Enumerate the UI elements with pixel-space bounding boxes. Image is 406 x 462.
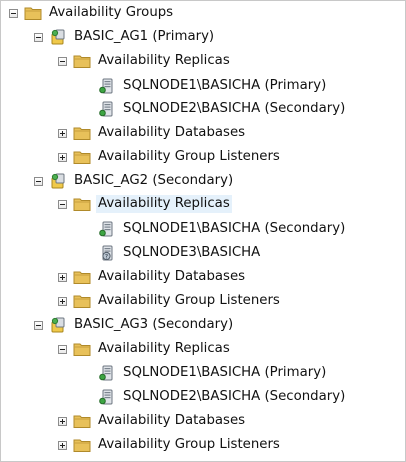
availability-group-icon: [51, 317, 65, 333]
tree-node-label: BASIC_AG3 (Secondary): [74, 317, 234, 332]
expand-toggle[interactable]: [58, 440, 67, 450]
collapse-toggle[interactable]: [58, 199, 67, 209]
tree-node-ag2-databases[interactable]: Availability Databases: [58, 267, 247, 287]
tree-node-ag1-replica-1[interactable]: SQLNODE1\BASICHA (Primary): [83, 76, 328, 96]
tree-node-label: Availability Group Listeners: [98, 293, 280, 308]
object-explorer-panel: Availability Groups BASIC_AG1 (Primary) …: [0, 0, 406, 462]
tree-node-label: Availability Group Listeners: [98, 437, 280, 452]
folder-icon: [73, 55, 91, 68]
collapse-toggle[interactable]: [34, 176, 43, 186]
folder-icon: [73, 127, 91, 140]
folder-icon: [73, 343, 91, 356]
expand-toggle[interactable]: [58, 152, 67, 162]
folder-icon: [73, 271, 91, 284]
tree-node-ag3-replicas[interactable]: Availability Replicas: [58, 339, 232, 359]
replica-server-icon: [99, 78, 113, 94]
folder-icon: [24, 7, 42, 20]
folder-icon: [73, 295, 91, 308]
tree-node-ag3-replica-2[interactable]: SQLNODE2\BASICHA (Secondary): [83, 387, 347, 407]
tree-node-label: Availability Groups: [49, 5, 174, 20]
tree-node-ag1[interactable]: BASIC_AG1 (Primary): [34, 27, 216, 47]
tree-node-label: SQLNODE1\BASICHA (Primary): [123, 365, 327, 380]
replica-server-icon: [99, 221, 113, 237]
tree-node-label: SQLNODE3\BASICHA: [123, 245, 261, 260]
tree-node-ag1-replicas[interactable]: Availability Replicas: [58, 51, 232, 71]
tree-node-ag3[interactable]: BASIC_AG3 (Secondary): [34, 315, 235, 335]
svg-text:?: ?: [105, 253, 108, 260]
tree-node-label: SQLNODE2\BASICHA (Secondary): [123, 389, 346, 404]
folder-icon: [73, 151, 91, 164]
tree-node-label: Availability Databases: [98, 413, 246, 428]
tree-node-ag3-listeners[interactable]: Availability Group Listeners: [58, 435, 282, 455]
tree-node-label: SQLNODE1\BASICHA (Primary): [123, 78, 327, 93]
tree-node-ag2-replicas[interactable]: Availability Replicas: [58, 194, 232, 214]
collapse-toggle[interactable]: [58, 344, 67, 354]
tree-node-ag1-replica-2[interactable]: SQLNODE2\BASICHA (Secondary): [83, 99, 347, 119]
tree-node-label: Availability Databases: [98, 125, 246, 140]
folder-icon: [73, 415, 91, 428]
collapse-toggle[interactable]: [58, 56, 67, 66]
tree-node-label: Availability Databases: [98, 269, 246, 284]
tree-node-label: Availability Replicas: [98, 341, 230, 356]
expand-toggle[interactable]: [58, 128, 67, 138]
tree-node-ag3-replica-1[interactable]: SQLNODE1\BASICHA (Primary): [83, 363, 328, 383]
tree-node-ag2-replica-2[interactable]: ? SQLNODE3\BASICHA: [83, 243, 262, 263]
availability-group-icon: [51, 29, 65, 45]
tree-node-ag2-listeners[interactable]: Availability Group Listeners: [58, 291, 282, 311]
tree-node-label: SQLNODE1\BASICHA (Secondary): [123, 221, 346, 236]
collapse-toggle[interactable]: [34, 320, 43, 330]
tree-node-ag2[interactable]: BASIC_AG2 (Secondary): [34, 171, 235, 191]
collapse-toggle[interactable]: [9, 8, 18, 18]
tree-node-label: SQLNODE2\BASICHA (Secondary): [123, 101, 346, 116]
tree-node-availability-groups[interactable]: Availability Groups: [9, 3, 175, 23]
folder-icon: [73, 198, 91, 211]
replica-server-icon: [99, 101, 113, 117]
expand-toggle[interactable]: [58, 296, 67, 306]
replica-server-icon: [99, 389, 113, 405]
expand-toggle[interactable]: [58, 416, 67, 426]
tree-node-ag3-databases[interactable]: Availability Databases: [58, 411, 247, 431]
tree-node-ag1-databases[interactable]: Availability Databases: [58, 123, 247, 143]
tree-node-label: Availability Replicas: [98, 53, 230, 68]
tree-node-ag1-listeners[interactable]: Availability Group Listeners: [58, 147, 282, 167]
expand-toggle[interactable]: [58, 272, 67, 282]
tree-node-label: Availability Group Listeners: [98, 149, 280, 164]
availability-group-icon: [51, 173, 65, 189]
tree-node-label: Availability Replicas: [96, 195, 232, 213]
tree-node-ag2-replica-1[interactable]: SQLNODE1\BASICHA (Secondary): [83, 219, 347, 239]
replica-server-unknown-icon: ?: [102, 245, 113, 261]
folder-icon: [73, 439, 91, 452]
replica-server-icon: [99, 365, 113, 381]
collapse-toggle[interactable]: [34, 32, 43, 42]
tree-node-label: BASIC_AG2 (Secondary): [74, 173, 234, 188]
tree-node-label: BASIC_AG1 (Primary): [74, 29, 215, 44]
